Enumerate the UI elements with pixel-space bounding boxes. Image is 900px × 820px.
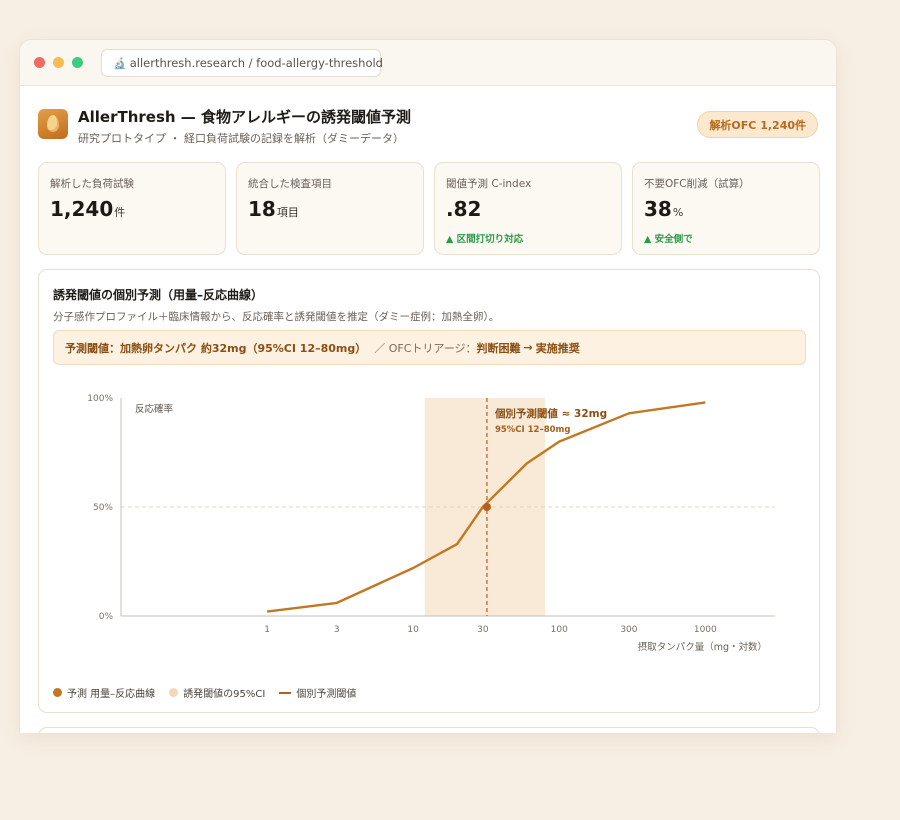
stat-card-ofc-reduction: 不要OFC削減（試算） 38% ▲ 安全側で [632, 162, 820, 255]
close-window-button[interactable] [34, 57, 45, 68]
x-tick-label: 3 [334, 625, 340, 635]
microscope-icon: 🔬 [113, 56, 127, 70]
x-tick-label: 1000 [694, 625, 717, 635]
stat-trend-note: ▲ 安全側で [644, 234, 693, 245]
y-axis-label: 反応確率 [135, 403, 174, 415]
stat-card-trials: 解析した負荷試験 1,240件 [38, 162, 226, 255]
threshold-ci-annotation: 95%CI 12–80mg [495, 425, 571, 435]
threshold-point [482, 503, 491, 511]
egg-icon [47, 115, 59, 132]
legend-item-curve: 予測 用量–反応曲線 [53, 685, 155, 700]
stat-card-cindex: 閾値予測 C-index .82 ▲ 区間打切り対応 [434, 162, 622, 255]
stat-value: .82 [446, 197, 482, 221]
y-ticks: 0% 50% 100% [87, 394, 113, 622]
x-tick-label: 10 [407, 625, 419, 635]
page-subtitle: 研究プロトタイプ ・ 経口負荷試験の記録を解析（ダミーデータ） [78, 132, 404, 145]
maximize-window-button[interactable] [72, 57, 83, 68]
stat-card-markers: 統合した検査項目 18項目 [236, 162, 424, 255]
x-tick-label: 1 [264, 625, 270, 635]
x-tick-label: 100 [551, 625, 568, 635]
ofc-count-badge: 解析OFC 1,240件 [697, 111, 818, 138]
x-axis-label: 摂取タンパク量（mg・対数） [638, 641, 767, 653]
browser-window: 🔬 allerthresh.research / food-allergy-th… [19, 39, 837, 733]
y-tick-label: 100% [87, 394, 113, 404]
legend-label: 予測 用量–反応曲線 [67, 689, 156, 700]
chart-legend: 予測 用量–反応曲線 誘発閾値の95%CI 個別予測閾値 [53, 685, 370, 700]
stat-label: 不要OFC削減（試算） [644, 178, 750, 190]
x-ticks: 1 3 10 30 100 300 1000 [264, 625, 717, 635]
dose-response-chart: 0% 50% 100% 1 3 10 30 100 300 1000 反応確率 摂取タンパク量（… [87, 394, 775, 653]
legend-item-threshold: 個別予測閾値 [279, 685, 356, 700]
x-tick-label: 300 [620, 625, 637, 635]
x-tick-label: 30 [477, 625, 489, 635]
address-bar[interactable]: 🔬 allerthresh.research / food-allergy-th… [101, 49, 383, 77]
legend-swatch [169, 688, 179, 697]
stat-trend-note: ▲ 区間打切り対応 [446, 234, 524, 245]
legend-label: 誘発閾値の95%CI [183, 689, 266, 700]
app-logo [38, 109, 68, 139]
title-bar: 🔬 allerthresh.research / food-allergy-th… [20, 40, 836, 86]
page-title: AllerThresh — 食物アレルギーの誘発閾値予測 [78, 108, 411, 126]
stat-label: 解析した負荷試験 [50, 178, 134, 190]
minimize-window-button[interactable] [53, 57, 64, 68]
stat-value: 38% [644, 197, 684, 221]
stat-value: 18項目 [248, 197, 299, 221]
url-text: allerthresh.research / food-allergy-thre… [129, 56, 383, 70]
stat-value: 1,240件 [50, 197, 126, 221]
legend-swatch [53, 688, 62, 697]
stat-label: 統合した検査項目 [248, 178, 332, 190]
y-tick-label: 50% [93, 503, 113, 513]
legend-label: 個別予測閾値 [296, 689, 357, 700]
threshold-annotation: 個別予測閾値 ≈ 32mg [494, 407, 607, 420]
legend-item-ci: 誘発閾値の95%CI [169, 685, 265, 700]
app-header: AllerThresh — 食物アレルギーの誘発閾値予測 研究プロトタイプ ・ … [38, 106, 818, 146]
threshold-chart-card: 誘発閾値の個別予測（用量–反応曲線） 分子感作プロファイル＋臨床情報から、反応確… [38, 269, 820, 713]
legend-swatch [279, 691, 292, 694]
next-section-card [38, 727, 820, 733]
stats-row: 解析した負荷試験 1,240件 統合した検査項目 18項目 閾値予測 C-ind… [38, 162, 820, 255]
stat-label: 閾値予測 C-index [446, 178, 532, 190]
y-tick-label: 0% [99, 612, 114, 622]
